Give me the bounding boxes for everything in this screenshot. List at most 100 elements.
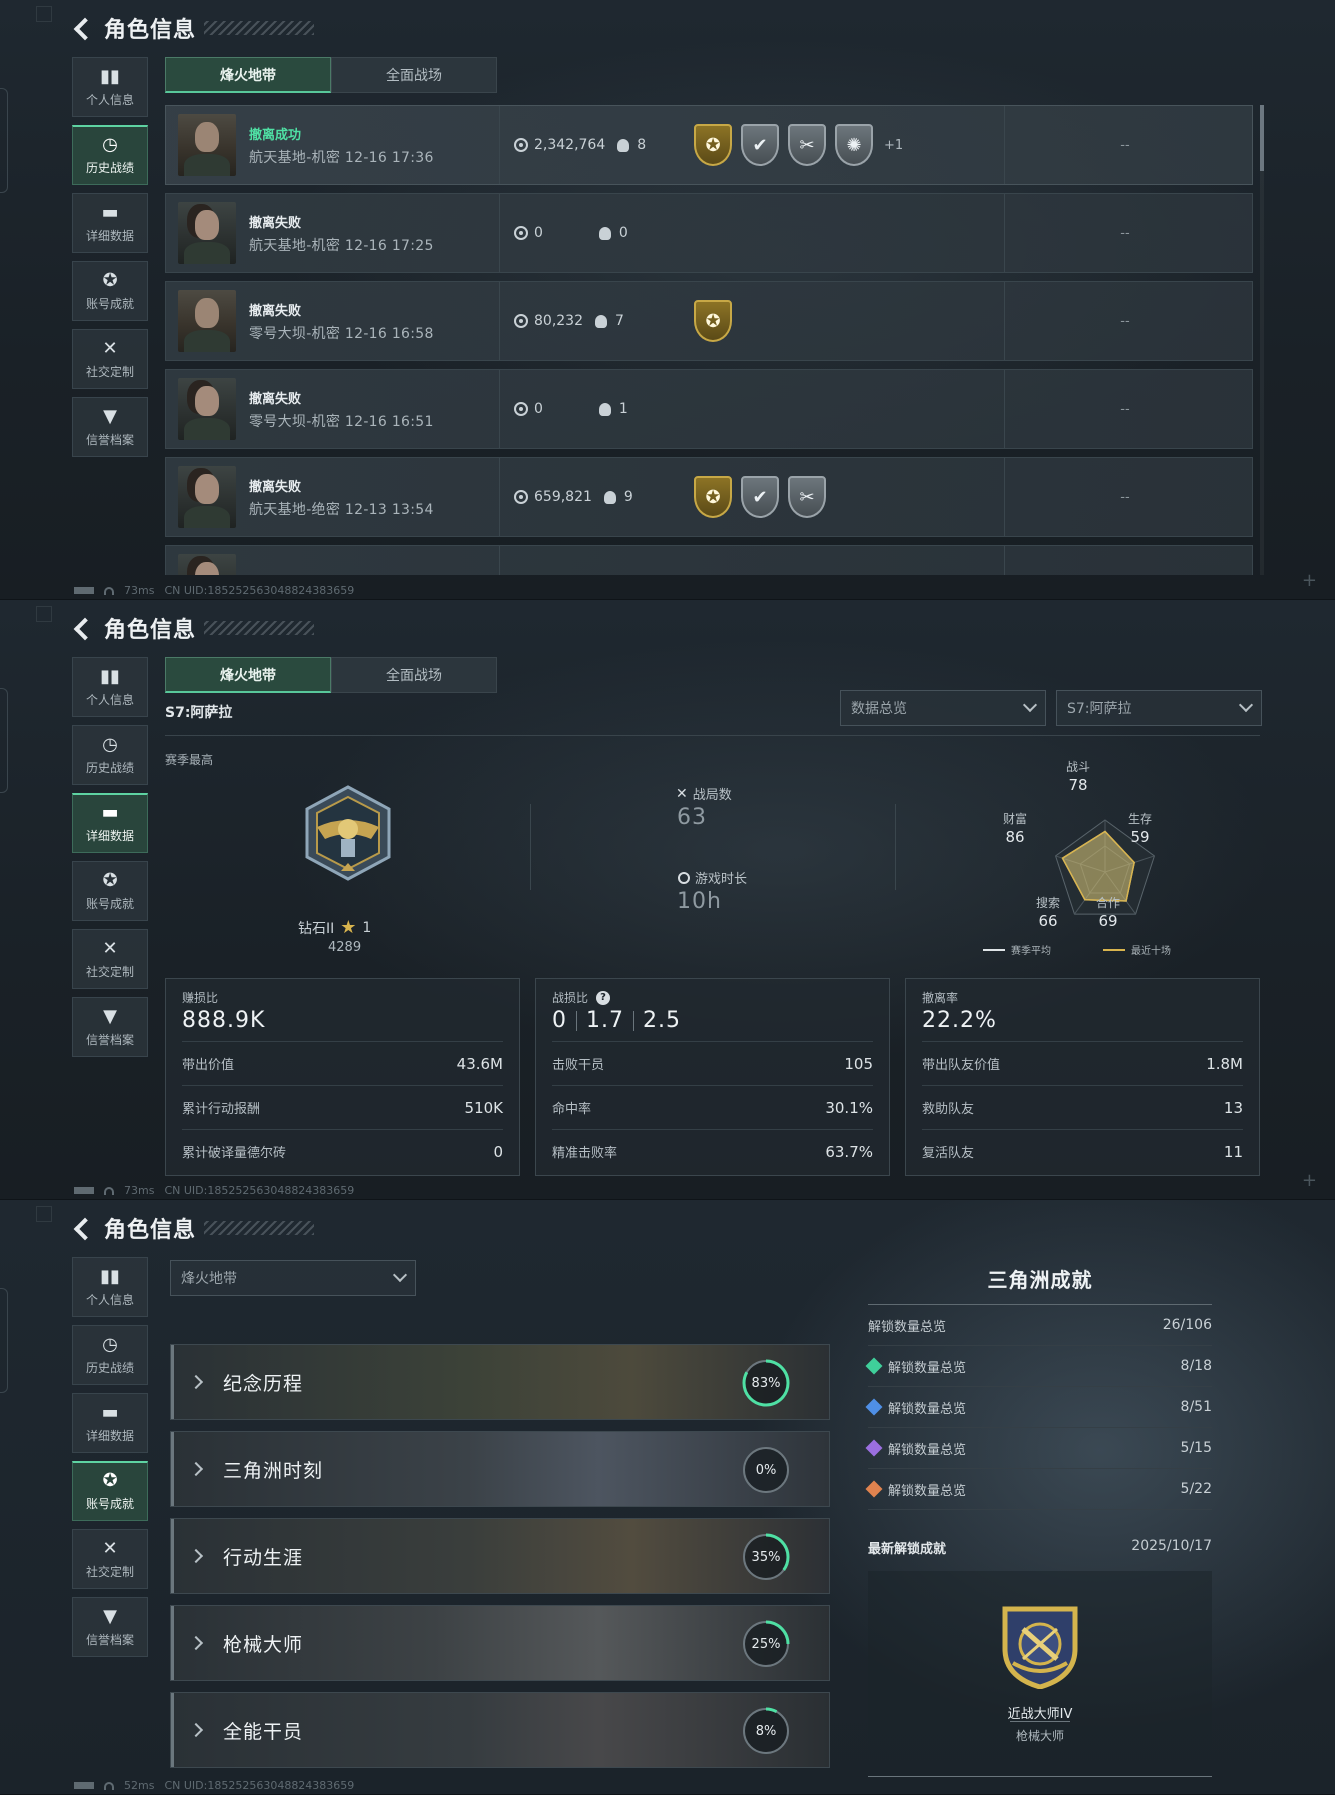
match-row[interactable]: 撤离失败 航天基地-机密 12-16 17:25 0 0 -- xyxy=(165,193,1253,273)
sidebar-item-details[interactable]: ▬ 详细数据 xyxy=(72,193,148,253)
sidebar-item-reputation[interactable]: ▼ 信誉档案 xyxy=(72,1597,148,1657)
stat-label: 击败干员 xyxy=(552,1058,605,1073)
help-icon[interactable]: ? xyxy=(596,990,611,1005)
silver-badge-icon[interactable]: ✺ xyxy=(835,124,873,166)
summary-label: 解锁数量总览 xyxy=(888,1401,967,1417)
sidebar-item-achievements[interactable]: ✪ 账号成就 xyxy=(72,1461,148,1521)
sidebar-item-history[interactable]: ◷ 历史战绩 xyxy=(72,125,148,185)
mode-dropdown[interactable]: 烽火地带 xyxy=(170,1260,416,1296)
match-row[interactable]: 撤离失败 零号大坝-机密 12-16 16:58 80,232 7 ✪ -- xyxy=(165,281,1253,361)
sidebar-item-history[interactable]: ◷ 历史战绩 xyxy=(72,1325,148,1385)
page-header: 角色信息 xyxy=(72,1210,315,1246)
uid-text: CN UID:185252563048824383659 xyxy=(164,584,355,597)
sidebar-item-achievements[interactable]: ✪ 账号成就 xyxy=(72,261,148,321)
scrollbar-thumb[interactable] xyxy=(1260,105,1264,171)
achievement-category-card[interactable]: 行动生涯 35% xyxy=(170,1518,830,1594)
tab-warzone[interactable]: 烽火地带 xyxy=(165,657,331,693)
match-extra: -- xyxy=(1120,401,1130,417)
sidebar-item-label: 详细数据 xyxy=(85,1428,134,1443)
melee-master-badge-icon xyxy=(1002,1606,1078,1689)
sidebar: ▮▮ 个人信息 ◷ 历史战绩 ▬ 详细数据 ✪ 账号成就 ✕ 社交定制 ▼ 信誉档案 xyxy=(72,657,148,1065)
category-name: 枪械大师 xyxy=(223,1633,304,1656)
achievement-category-card[interactable]: 全能干员 8% xyxy=(170,1692,830,1768)
progress-percent: 83% xyxy=(751,1375,781,1391)
extracted-value: 0 xyxy=(534,401,543,417)
history-panel: 角色信息 ▮▮ 个人信息 ◷ 历史战绩 ▬ 详细数据 ✪ 账号成就 ✕ 社交定制 ▼ 信誉档… xyxy=(0,0,1335,600)
tab-battlefield[interactable]: 全面战场 xyxy=(331,657,497,693)
stat-row: 带出队友价值 1.8M xyxy=(922,1041,1243,1085)
corner-decoration xyxy=(36,6,52,22)
latest-achievement-header: 最新解锁成就 2025/10/17 xyxy=(868,1538,1212,1557)
sidebar-item-profile[interactable]: ▮▮ 个人信息 xyxy=(72,1257,148,1317)
match-row[interactable]: 撤离失败 零号大坝-机密 12-16 16:51 0 1 -- xyxy=(165,369,1253,449)
sidebar-item-reputation[interactable]: ▼ 信誉档案 xyxy=(72,997,148,1057)
match-row[interactable]: 撤离成功 航天基地-机密 12-16 17:36 2,342,764 8 ✪ ✔ ✂ ✺ +1 -… xyxy=(165,105,1253,185)
match-row[interactable]: 撤离失败 航天基地-绝密 12-13 13:54 659,821 9 ✪ ✔ ✂ -- xyxy=(165,457,1253,537)
folder-icon: ▬ xyxy=(101,201,119,223)
sidebar-item-reputation[interactable]: ▼ 信誉档案 xyxy=(72,397,148,457)
history-clock-icon: ◷ xyxy=(102,134,118,155)
silver-badge-icon[interactable]: ✔ xyxy=(741,124,779,166)
category-name: 行动生涯 xyxy=(223,1546,304,1569)
data-type-dropdown[interactable]: 数据总览 xyxy=(840,690,1046,726)
silver-badge-icon[interactable]: ✔ xyxy=(741,476,779,518)
stat-label: 精准击败率 xyxy=(552,1146,618,1161)
sidebar: ▮▮ 个人信息 ◷ 历史战绩 ▬ 详细数据 ✪ 账号成就 ✕ 社交定制 ▼ 信誉档案 xyxy=(72,1257,148,1665)
stat-value: 43.6M xyxy=(456,1054,503,1073)
gold-badge-icon[interactable]: ✪ xyxy=(694,476,732,518)
sidebar-item-details[interactable]: ▬ 详细数据 xyxy=(72,793,148,853)
sidebar-item-history[interactable]: ◷ 历史战绩 xyxy=(72,725,148,785)
kill-count: 8 xyxy=(637,137,647,153)
star-icon: ★ xyxy=(340,917,357,938)
tab-warzone[interactable]: 烽火地带 xyxy=(165,57,331,93)
silver-badge-icon[interactable]: ✂ xyxy=(788,476,826,518)
sidebar-item-label: 信誉档案 xyxy=(85,1032,134,1047)
more-badges-count: +1 xyxy=(884,137,904,153)
crossed-swords-icon: ✕ xyxy=(676,785,688,802)
operator-avatar xyxy=(178,466,236,528)
sidebar-item-label: 社交定制 xyxy=(85,1564,134,1579)
edge-handle[interactable] xyxy=(0,88,8,193)
sidebar-item-profile[interactable]: ▮▮ 个人信息 xyxy=(72,57,148,117)
match-extra: -- xyxy=(1120,225,1130,241)
radar-label: 合作 xyxy=(1095,896,1120,910)
summary-count: 26/106 xyxy=(1162,1317,1212,1333)
dropdown-value: 烽火地带 xyxy=(181,1271,237,1287)
gold-badge-icon[interactable]: ✪ xyxy=(694,300,732,342)
match-row[interactable]: 撤离失败 xyxy=(165,545,1253,575)
folder-icon: ▬ xyxy=(101,802,119,823)
sidebar-item-profile[interactable]: ▮▮ 个人信息 xyxy=(72,657,148,717)
silver-badge-icon[interactable]: ✂ xyxy=(788,124,826,166)
edge-handle[interactable] xyxy=(0,688,8,793)
rank-tier: 钻石II xyxy=(298,920,335,937)
progress-percent: 8% xyxy=(755,1723,777,1739)
coin-icon xyxy=(514,226,528,240)
sidebar-item-social[interactable]: ✕ 社交定制 xyxy=(72,929,148,989)
stat-value: 13 xyxy=(1223,1098,1243,1117)
gold-badge-icon[interactable]: ✪ xyxy=(694,124,732,166)
sidebar-item-achievements[interactable]: ✪ 账号成就 xyxy=(72,861,148,921)
match-list-scrollbar[interactable] xyxy=(1260,105,1264,575)
stat-label: 带出价值 xyxy=(182,1058,235,1073)
back-arrow-icon[interactable] xyxy=(72,617,94,639)
achievement-category-card[interactable]: 纪念历程 83% xyxy=(170,1344,830,1420)
tab-battlefield[interactable]: 全面战场 xyxy=(331,57,497,93)
achievement-category-card[interactable]: 枪械大师 25% xyxy=(170,1605,830,1681)
battery-icon xyxy=(74,1782,94,1789)
edge-handle[interactable] xyxy=(0,1288,8,1393)
accent-bar xyxy=(171,1519,174,1593)
season-dropdown[interactable]: S7:阿萨拉 xyxy=(1056,690,1262,726)
wifi-icon xyxy=(104,586,114,595)
latest-achievement-card[interactable]: 近战大师IV 枪械大师 xyxy=(868,1571,1212,1777)
sidebar-item-details[interactable]: ▬ 详细数据 xyxy=(72,1393,148,1453)
achievement-category-card[interactable]: 三角洲时刻 0% xyxy=(170,1431,830,1507)
back-arrow-icon[interactable] xyxy=(72,17,94,39)
dropdown-value: 数据总览 xyxy=(851,701,907,717)
radar-value: 78 xyxy=(1068,776,1088,794)
sidebar-item-social[interactable]: ✕ 社交定制 xyxy=(72,1529,148,1589)
back-arrow-icon[interactable] xyxy=(72,1217,94,1239)
summary-label: 解锁数量总览 xyxy=(888,1442,967,1458)
sidebar-item-social[interactable]: ✕ 社交定制 xyxy=(72,329,148,389)
playtime-label: 游戏时长 xyxy=(678,868,747,887)
title-stripes-decoration xyxy=(204,621,315,635)
